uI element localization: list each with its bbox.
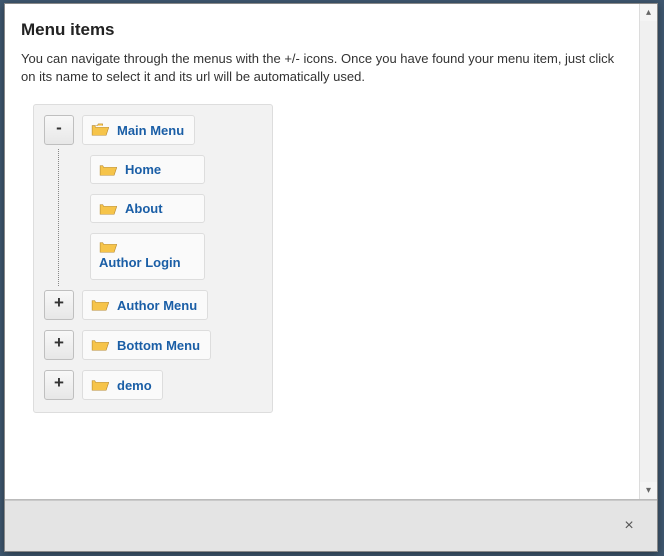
menu-node-demo[interactable]: demo	[82, 370, 163, 400]
menu-picker-modal: Menu items You can navigate through the …	[4, 3, 658, 552]
page-title: Menu items	[21, 20, 639, 40]
folder-icon	[91, 378, 109, 392]
menu-node-label: Home	[125, 162, 161, 177]
expand-toggle-author-menu[interactable]: +	[44, 290, 74, 320]
close-icon: ×	[624, 517, 633, 535]
menu-tree: - Main Menu	[33, 104, 273, 413]
folder-icon	[99, 163, 117, 177]
menu-node-label: Main Menu	[117, 123, 184, 138]
scroll-up-arrow-icon[interactable]: ▴	[640, 4, 657, 21]
folder-icon	[91, 298, 109, 312]
modal-body: Menu items You can navigate through the …	[5, 4, 657, 500]
tree-row-main-menu: - Main Menu	[44, 115, 262, 145]
scroll-down-arrow-icon[interactable]: ▾	[640, 482, 657, 499]
menu-node-main-menu[interactable]: Main Menu	[82, 115, 195, 145]
close-button[interactable]: ×	[609, 508, 649, 544]
menu-node-label: About	[125, 201, 163, 216]
expand-toggle-demo[interactable]: +	[44, 370, 74, 400]
vertical-scrollbar[interactable]: ▴ ▾	[639, 4, 657, 499]
menu-node-label: demo	[117, 378, 152, 393]
menu-node-label: Author Login	[99, 254, 181, 273]
tree-children-main-menu: Home About	[44, 155, 262, 280]
collapse-toggle-main-menu[interactable]: -	[44, 115, 74, 145]
menu-node-label: Bottom Menu	[117, 338, 200, 353]
menu-node-bottom-menu[interactable]: Bottom Menu	[82, 330, 211, 360]
folder-icon	[99, 240, 117, 254]
tree-row-demo: + demo	[44, 370, 262, 400]
modal-footer: ×	[5, 500, 657, 551]
folder-open-icon	[91, 123, 109, 137]
expand-toggle-bottom-menu[interactable]: +	[44, 330, 74, 360]
menu-node-author-login[interactable]: Author Login	[90, 233, 205, 280]
instructions-text: You can navigate through the menus with …	[21, 50, 623, 86]
menu-node-about[interactable]: About	[90, 194, 205, 223]
folder-icon	[91, 338, 109, 352]
menu-node-author-menu[interactable]: Author Menu	[82, 290, 208, 320]
tree-connector	[44, 155, 82, 280]
tree-row-author-menu: + Author Menu	[44, 290, 262, 320]
menu-node-home[interactable]: Home	[90, 155, 205, 184]
menu-node-label: Author Menu	[117, 298, 197, 313]
tree-row-bottom-menu: + Bottom Menu	[44, 330, 262, 360]
folder-icon	[99, 202, 117, 216]
